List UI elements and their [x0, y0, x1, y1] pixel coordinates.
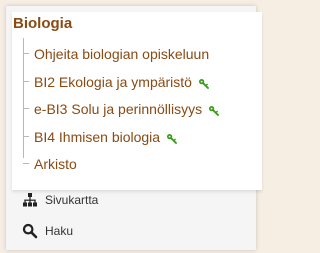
- course-item-label: e-BI3 Solu ja perinnöllisyys: [34, 101, 203, 117]
- course-item-bi2[interactable]: BI2 Ekologia ja ympäristö: [23, 72, 253, 100]
- course-item-arkisto[interactable]: Arkisto: [23, 154, 253, 182]
- search-icon: [22, 223, 38, 239]
- course-item-link[interactable]: e-BI3 Solu ja perinnöllisyys: [34, 101, 220, 117]
- page-background: Biologia Ohjeita biologian opiskeluun BI…: [0, 0, 262, 253]
- sitemap-icon: [22, 192, 38, 208]
- course-item-label: BI2 Ekologia ja ympäristö: [34, 73, 192, 90]
- course-tree: Ohjeita biologian opiskeluun BI2 Ekologi…: [23, 38, 253, 182]
- key-icon: [166, 132, 178, 144]
- course-item-label[interactable]: Arkisto: [34, 157, 77, 171]
- key-icon: [208, 104, 220, 116]
- search-label[interactable]: Haku: [45, 224, 73, 238]
- course-item-bi4[interactable]: BI4 Ihmisen biologia: [23, 127, 253, 155]
- key-icon: [198, 77, 209, 89]
- sitemap-label[interactable]: Sivukartta: [45, 193, 98, 207]
- course-item-link[interactable]: BI2 Ekologia ja ympäristö: [34, 75, 209, 89]
- course-item-label[interactable]: Ohjeita biologian opiskeluun: [34, 47, 209, 61]
- course-item-e-bi3[interactable]: e-BI3 Solu ja perinnöllisyys: [23, 99, 253, 127]
- menu-title[interactable]: Biologia: [13, 15, 72, 32]
- course-item-label: BI4 Ihmisen biologia: [34, 128, 161, 145]
- course-item-ohjeita[interactable]: Ohjeita biologian opiskeluun: [23, 44, 253, 72]
- course-item-link[interactable]: BI4 Ihmisen biologia: [34, 128, 178, 145]
